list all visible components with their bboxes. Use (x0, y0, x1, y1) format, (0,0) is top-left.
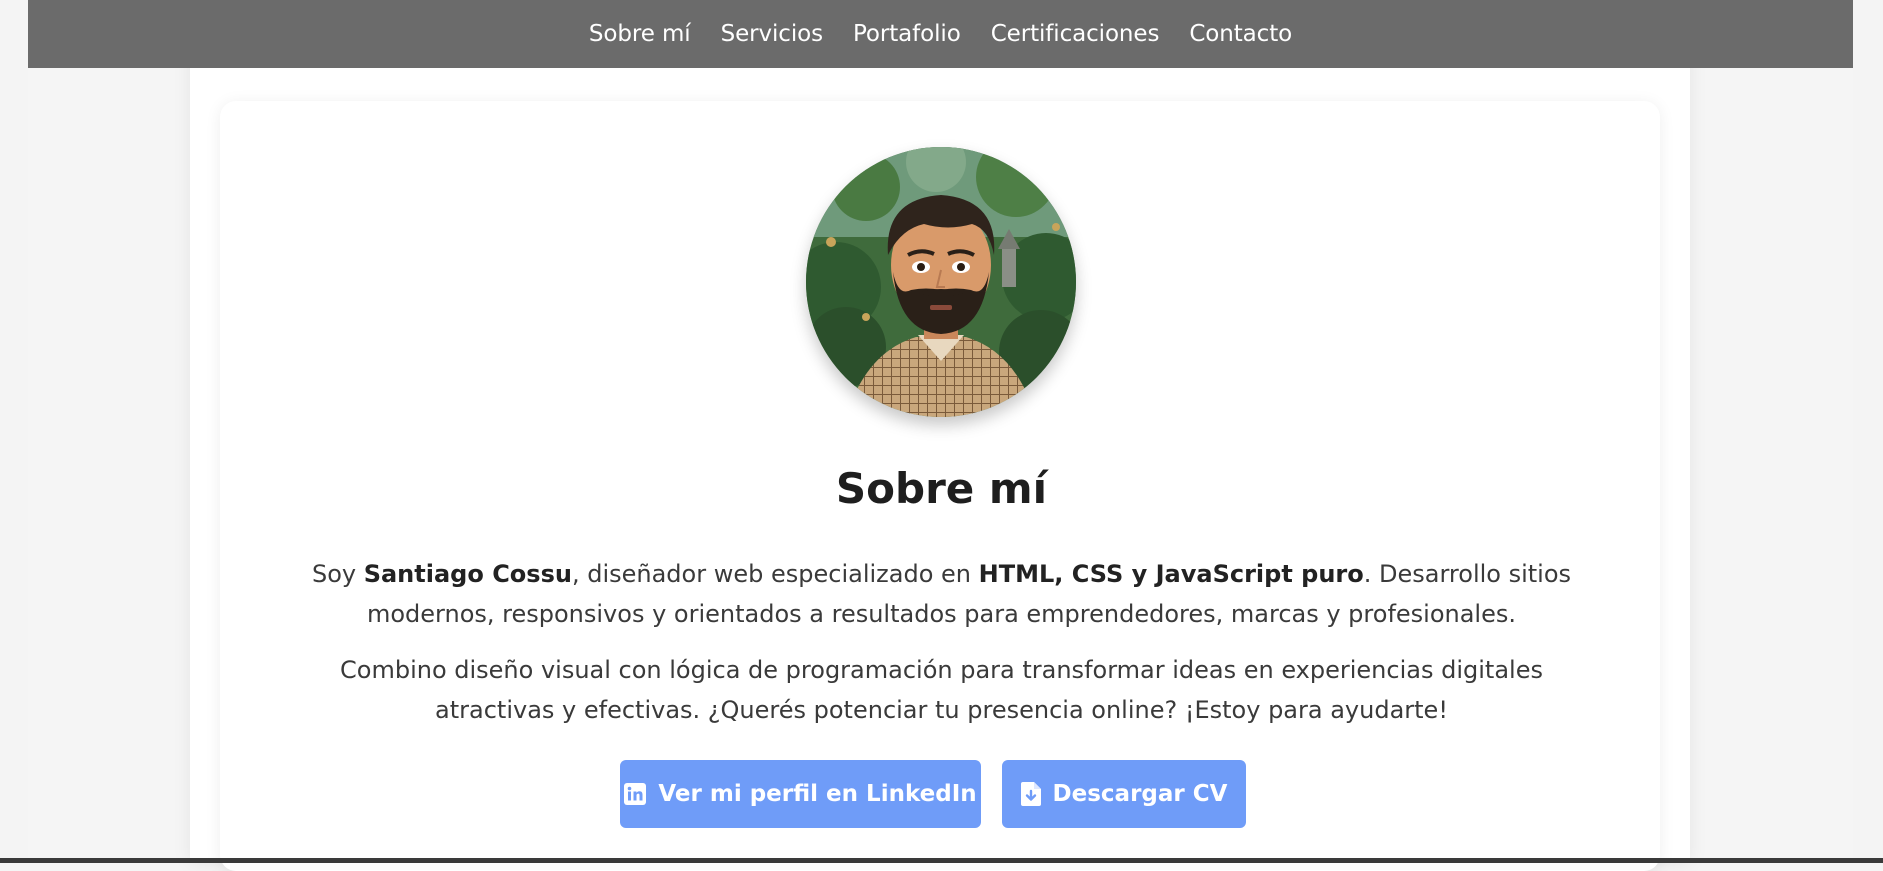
nav-link-sobre-mi[interactable]: Sobre mí (589, 21, 691, 47)
linkedin-button-label: Ver mi perfil en LinkedIn (658, 781, 977, 807)
viewport-right-margin (1853, 0, 1883, 863)
top-navbar: Sobre mí Servicios Portafolio Certificac… (28, 0, 1853, 68)
nav-link-contacto[interactable]: Contacto (1189, 21, 1292, 47)
about-second-paragraph: Combino diseño visual con lógica de prog… (340, 656, 1543, 724)
about-title: Sobre mí (835, 464, 1048, 513)
intro-text-1: Soy (311, 560, 364, 588)
linkedin-profile-button[interactable]: Ver mi perfil en LinkedIn (620, 760, 981, 828)
author-name: Santiago Cossu (363, 560, 572, 588)
bottom-edge-bar (0, 858, 1883, 863)
skills-highlight: HTML, CSS y JavaScript puro (978, 560, 1364, 588)
intro-text-2: , diseñador web especializado en (571, 560, 979, 588)
nav-link-certificaciones[interactable]: Certificaciones (991, 21, 1160, 47)
about-intro-paragraph: Soy Santiago Cossu, diseñador web especi… (280, 554, 1603, 634)
linkedin-icon (624, 783, 647, 805)
nav-link-servicios[interactable]: Servicios (721, 21, 824, 47)
profile-avatar (806, 147, 1076, 417)
viewport-left-margin (0, 0, 28, 863)
file-download-icon (1020, 782, 1041, 806)
cv-button-label: Descargar CV (1052, 781, 1228, 807)
nav-link-portafolio[interactable]: Portafolio (853, 21, 961, 47)
download-cv-button[interactable]: Descargar CV (1002, 760, 1246, 828)
